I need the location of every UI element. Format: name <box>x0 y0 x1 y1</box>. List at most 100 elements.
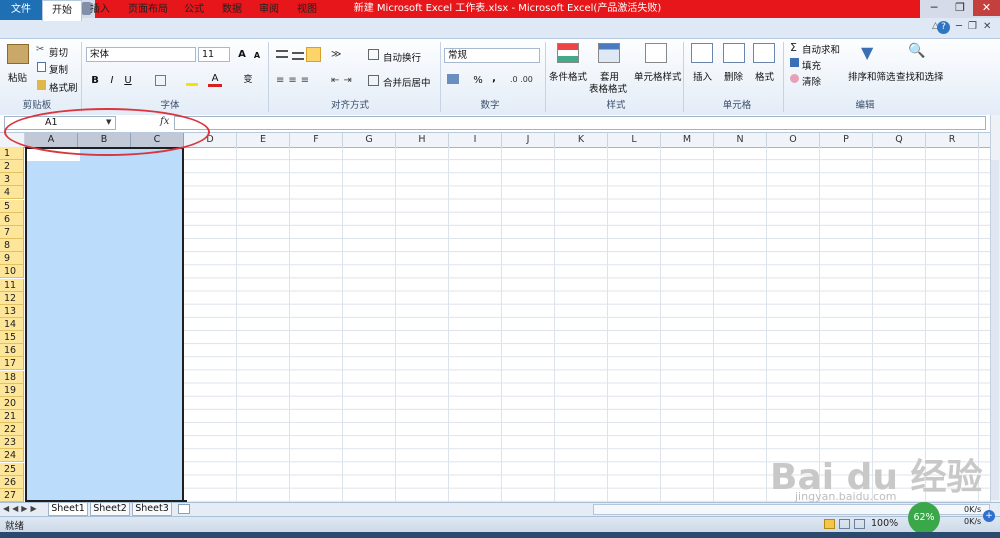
fill-button[interactable]: 填充 <box>802 58 821 72</box>
zoom-level[interactable]: 100% <box>871 518 898 529</box>
minimize-button[interactable]: ─ <box>921 0 947 16</box>
phonetic-button[interactable]: 变 <box>241 74 255 87</box>
column-header-p[interactable]: P <box>820 133 873 147</box>
row-header[interactable]: 18 <box>0 370 24 384</box>
row-header[interactable]: 1 <box>0 147 24 160</box>
row-header[interactable]: 19 <box>0 383 24 397</box>
fill-color-icon[interactable] <box>186 75 198 86</box>
row-header[interactable]: 3 <box>0 173 24 187</box>
font-size-select[interactable]: 11 <box>198 47 230 62</box>
row-header[interactable]: 25 <box>0 462 24 476</box>
column-header-q[interactable]: Q <box>873 133 926 147</box>
underline-button[interactable]: U <box>121 74 135 87</box>
font-name-select[interactable]: 宋体 <box>86 47 196 62</box>
format-painter-button[interactable]: 格式刷 <box>49 80 78 94</box>
row-header[interactable]: 23 <box>0 436 24 450</box>
help-icon[interactable]: ? <box>937 21 950 34</box>
align-top-icon[interactable] <box>276 50 288 58</box>
row-header[interactable]: 7 <box>0 225 24 239</box>
column-header-r[interactable]: R <box>926 133 979 147</box>
find-select-button[interactable]: 查找和选择 <box>896 69 944 83</box>
paste-icon[interactable] <box>7 44 29 64</box>
row-header[interactable]: 17 <box>0 357 24 371</box>
column-header-j[interactable]: J <box>502 133 555 147</box>
battery-badge[interactable]: 62% <box>908 502 940 534</box>
workbook-window-controls[interactable]: ─❐✕ <box>956 21 996 34</box>
sheet-nav-icons[interactable]: ◀◀▶▶ <box>3 504 40 513</box>
column-header-l[interactable]: L <box>608 133 661 147</box>
normal-view-icon[interactable] <box>824 519 835 529</box>
formula-input[interactable] <box>174 116 986 130</box>
sheet-tab-3[interactable]: Sheet3 <box>132 503 172 516</box>
row-header[interactable]: 8 <box>0 239 24 253</box>
tab-formulas[interactable]: 公式 <box>180 0 208 20</box>
column-header-o[interactable]: O <box>767 133 820 147</box>
add-icon[interactable]: + <box>983 510 995 522</box>
row-header[interactable]: 4 <box>0 186 24 200</box>
row-header[interactable]: 2 <box>0 160 24 174</box>
autosum-button[interactable]: 自动求和 <box>802 42 840 56</box>
close-button[interactable]: ✕ <box>973 0 1000 16</box>
column-header-i[interactable]: I <box>449 133 502 147</box>
column-header-g[interactable]: G <box>343 133 396 147</box>
tab-insert[interactable]: 插入 <box>86 0 114 20</box>
tab-page-layout[interactable]: 页面布局 <box>124 0 172 20</box>
row-header[interactable]: 27 <box>0 488 24 502</box>
row-header[interactable]: 14 <box>0 317 24 331</box>
grow-font-button[interactable]: A <box>235 48 249 61</box>
row-header[interactable]: 16 <box>0 344 24 358</box>
shrink-font-button[interactable]: A <box>250 49 264 62</box>
insert-cells-button[interactable]: 插入 <box>693 69 712 83</box>
sort-filter-button[interactable]: 排序和筛选 <box>848 69 896 83</box>
borders-icon[interactable] <box>155 75 166 86</box>
comma-button[interactable]: , <box>487 72 501 85</box>
row-header[interactable]: 15 <box>0 331 24 345</box>
format-cells-button[interactable]: 格式 <box>755 69 774 83</box>
horizontal-align-icons[interactable]: ≡≡≡ <box>276 75 313 86</box>
vertical-scroll-thumb[interactable] <box>991 160 999 500</box>
sheet-tab-2[interactable]: Sheet2 <box>90 503 130 516</box>
row-header[interactable]: 12 <box>0 291 24 305</box>
selected-range[interactable] <box>25 147 184 502</box>
column-header-m[interactable]: M <box>661 133 714 147</box>
row-header[interactable]: 20 <box>0 396 24 410</box>
clear-button[interactable]: 清除 <box>802 74 821 88</box>
column-header-n[interactable]: N <box>714 133 767 147</box>
cell-styles-button[interactable]: 单元格样式 <box>634 69 682 83</box>
indent-icons[interactable]: ⇤⇥ <box>331 75 356 86</box>
row-header[interactable]: 9 <box>0 252 24 266</box>
row-header[interactable]: 22 <box>0 423 24 437</box>
row-header[interactable]: 11 <box>0 278 24 292</box>
format-as-table-label-2[interactable]: 表格格式 <box>589 81 627 95</box>
page-break-view-icon[interactable] <box>854 519 865 529</box>
tab-data[interactable]: 数据 <box>218 0 246 20</box>
delete-cells-button[interactable]: 删除 <box>724 69 743 83</box>
cut-button[interactable]: 剪切 <box>49 45 68 59</box>
column-header-k[interactable]: K <box>555 133 608 147</box>
row-header[interactable]: 13 <box>0 304 24 318</box>
row-header[interactable]: 24 <box>0 449 24 463</box>
font-color-button[interactable]: A <box>208 73 222 87</box>
insert-sheet-icon[interactable] <box>178 504 190 514</box>
row-header[interactable]: 10 <box>0 265 24 279</box>
column-header-f[interactable]: F <box>290 133 343 147</box>
column-header-h[interactable]: H <box>396 133 449 147</box>
column-header-e[interactable]: E <box>237 133 290 147</box>
bold-button[interactable]: B <box>88 74 102 87</box>
percent-button[interactable]: % <box>471 74 485 87</box>
merge-center-button[interactable]: 合并后居中 <box>383 75 431 89</box>
row-header[interactable]: 6 <box>0 212 24 226</box>
align-middle-icon[interactable] <box>292 52 304 60</box>
orientation-icon[interactable]: ≫ <box>331 49 341 60</box>
page-layout-view-icon[interactable] <box>839 519 850 529</box>
tab-file[interactable]: 文件 <box>0 0 42 20</box>
row-header[interactable]: 5 <box>0 199 24 213</box>
row-header[interactable]: 21 <box>0 410 24 423</box>
tab-home[interactable]: 开始 <box>42 0 82 21</box>
decimal-icons[interactable]: .0 .00 <box>510 75 533 84</box>
wrap-text-button[interactable]: 自动换行 <box>383 50 421 64</box>
sheet-tab-1[interactable]: Sheet1 <box>48 503 88 516</box>
paste-button[interactable]: 粘贴 <box>8 70 27 84</box>
align-bottom-icon[interactable] <box>306 47 321 62</box>
row-header[interactable]: 26 <box>0 475 24 489</box>
